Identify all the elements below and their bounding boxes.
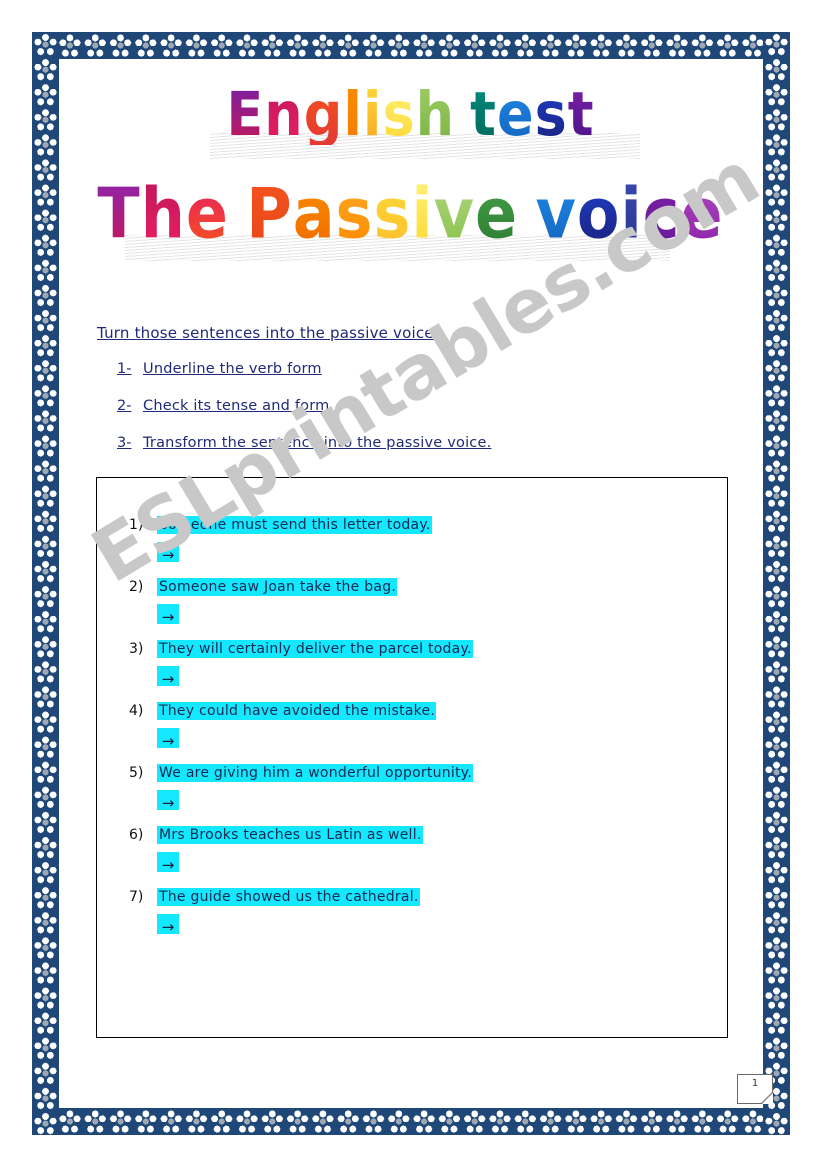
exercise-sentence-text: They will certainly deliver the parcel t… [157,640,473,658]
instruction-step-number: 3- [117,435,132,451]
exercise-item-number: 5) [129,765,144,781]
exercise-sentence-row: 5) We are giving him a wonderful opportun… [97,764,727,782]
wordart-letter: n [264,79,304,150]
exercise-sentence-text: The guide showed us the cathedral. [157,888,420,906]
exercise-item-number: 2) [129,579,144,595]
wordart-letter: e [475,172,519,255]
wordart-letter: a [292,172,336,255]
arrow-right-icon: → [157,666,179,688]
wordart-letter: t [567,79,595,150]
wordart-letter: e [680,172,724,255]
exercise-sentence-row: 2) Someone saw Joan take the bag. [97,578,727,596]
wordart-letter: s [534,79,568,150]
title-line-2: The Passive voice [0,179,821,248]
exercise-answer-line[interactable]: → [97,604,727,626]
exercise-answer-line[interactable]: → [97,790,727,812]
instruction-step: 2- Check its tense and form [97,398,491,414]
exercise-answer-line[interactable]: → [97,542,727,564]
wordart-letter: v [535,172,577,255]
arrow-right-icon: → [157,790,179,812]
exercise-sentence-text: Mrs Brooks teaches us Latin as well. [157,826,423,844]
exercise-item: 1) Someone must send this letter today. → [97,516,727,564]
exercise-items-list: 1) Someone must send this letter today. → 2… [97,478,727,936]
wordart-letter: o [576,172,621,255]
wordart-letter: i [620,172,643,255]
wordart-letter: i [362,79,383,150]
wordart-letter: v [433,172,476,255]
wordart-letter: e [185,172,229,255]
exercise-sentence-text: Someone saw Joan take the bag. [157,578,398,596]
arrow-right-icon: → [157,852,179,874]
instruction-step-text: Check its tense and form [143,398,330,414]
worksheet-page: English test The Passive voice Turn those s… [0,0,821,1169]
exercise-item-number: 4) [129,703,144,719]
wordart-english-test: English test [226,79,595,150]
exercise-answer-line[interactable]: → [97,852,727,874]
instruction-step: 3- Transform the sentence into the passiv… [97,435,491,451]
page-fold-corner-icon [762,1093,773,1104]
exercise-item: 7) The guide showed us the cathedral. → [97,888,727,936]
wordart-letter: e [496,79,535,150]
instruction-step-text: Transform the sentence into the passive … [143,435,492,451]
exercise-item-number: 7) [129,889,144,905]
exercise-item: 3) They will certainly deliver the parcel… [97,640,727,688]
wordart-letter: s [335,172,374,255]
exercise-answer-line[interactable]: → [97,666,727,688]
exercise-item-number: 1) [129,517,144,533]
arrow-right-icon: → [157,604,179,626]
wordart-letter: h [415,79,456,150]
exercise-sentence-row: 3) They will certainly deliver the parcel… [97,640,727,658]
exercise-item: 6) Mrs Brooks teaches us Latin as well. → [97,826,727,874]
exercise-box: 1) Someone must send this letter today. → 2… [96,477,728,1038]
wordart-letter: i [411,172,434,255]
exercise-sentence-text: We are giving him a wonderful opportunit… [157,764,474,782]
wordart-letter: g [303,79,344,150]
wordart-letter: l [343,79,363,150]
wordart-letter: h [140,172,186,255]
exercise-sentence-row: 1) Someone must send this letter today. [97,516,727,534]
exercise-item: 5) We are giving him a wonderful opportun… [97,764,727,812]
wordart-letter: T [97,172,141,255]
page-number-label: 1 [751,1078,759,1089]
wordart-letter: t [470,79,497,150]
exercise-sentence-row: 4) They could have avoided the mistake. [97,702,727,720]
arrow-right-icon: → [157,542,179,564]
exercise-item: 4) They could have avoided the mistake. → [97,702,727,750]
exercise-answer-line[interactable]: → [97,728,727,750]
exercise-answer-line[interactable]: → [97,914,727,936]
wordart-letter: E [226,79,265,150]
instruction-step-number: 2- [117,398,132,414]
exercise-sentence-text: They could have avoided the mistake. [157,702,437,720]
arrow-right-icon: → [157,914,179,936]
exercise-item-number: 3) [129,641,144,657]
wordart-letter: P [246,172,293,255]
exercise-item-number: 6) [129,827,144,843]
exercise-item: 2) Someone saw Joan take the bag. → [97,578,727,626]
arrow-right-icon: → [157,728,179,750]
border-band-bottom [32,1108,790,1135]
instruction-steps-list: 1- Underline the verb form 2- Check its ten… [97,361,491,451]
exercise-sentence-row: 6) Mrs Brooks teaches us Latin as well. [97,826,727,844]
exercise-sentence-row: 7) The guide showed us the cathedral. [97,888,727,906]
title-line-1: English test [0,79,821,150]
exercise-sentence-text: Someone must send this letter today. [157,516,432,534]
instruction-step-number: 1- [117,361,132,377]
instructions-block: Turn those sentences into the passive vo… [97,324,491,472]
wordart-letter: s [382,79,416,150]
wordart-letter: c [642,172,681,255]
page-number-sticker: 1 [737,1074,773,1104]
instruction-step: 1- Underline the verb form [97,361,491,377]
wordart-letter: s [373,172,412,255]
wordart-the-passive-voice: The Passive voice [97,179,723,248]
instructions-heading: Turn those sentences into the passive vo… [97,324,439,342]
border-band-top [32,32,790,59]
instruction-step-text: Underline the verb form [143,361,322,377]
